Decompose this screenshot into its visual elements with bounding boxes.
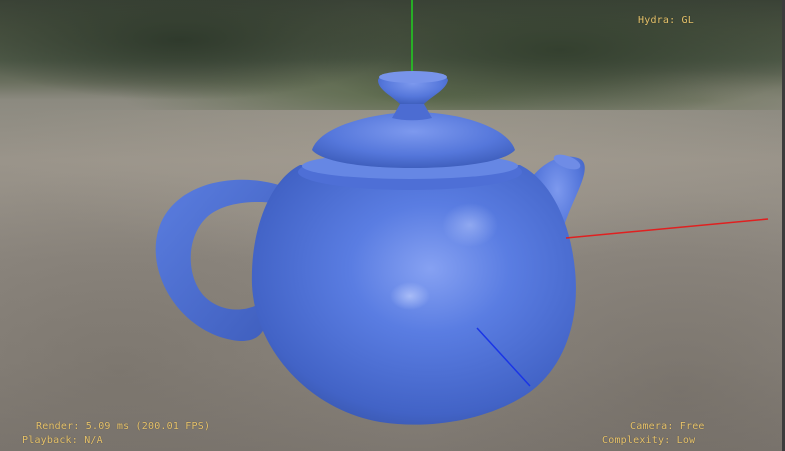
x-axis-line [565,218,769,239]
teapot-lid-neck [392,104,432,121]
hud-playback: Playback: N/A [22,435,103,446]
body-highlight [442,203,498,247]
hud-complexity: Complexity: Low [602,435,696,446]
body-highlight-low [390,282,430,310]
teapot-lid [312,112,515,168]
teapot-knob-top [379,71,447,83]
usd-viewport[interactable]: Hydra: GL Render: 5.09 ms (200.01 FPS) P… [0,0,785,451]
hud-render-time: Render: 5.09 ms (200.01 FPS) [36,421,211,432]
hud-renderer: Hydra: GL [638,15,694,26]
hud-camera: Camera: Free [630,421,705,432]
scene-canvas[interactable] [0,0,785,451]
